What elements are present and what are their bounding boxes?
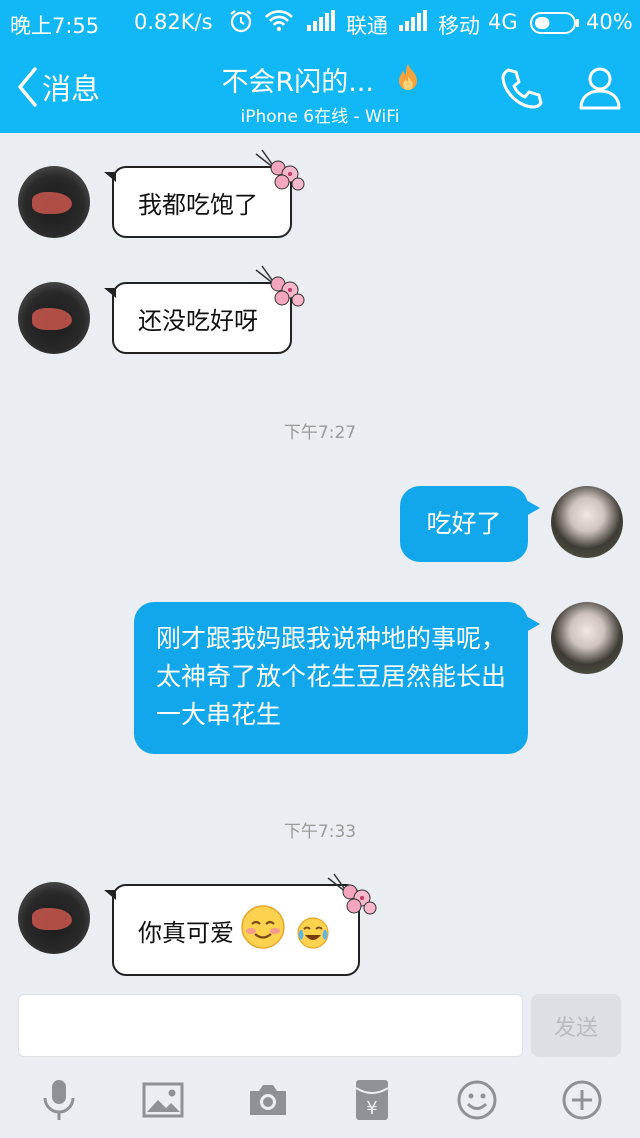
message-bubble-outgoing[interactable]: 吃好了 [400, 486, 540, 562]
message-bubble-incoming[interactable]: 我都吃饱了 [104, 149, 305, 238]
flower-decoration-icon [324, 872, 380, 926]
send-button[interactable]: 发送 [531, 994, 621, 1057]
image-icon [142, 1082, 184, 1118]
status-net-speed: 0.82K/s [134, 10, 213, 34]
contact-avatar[interactable] [18, 166, 90, 238]
input-bar: 发送 ¥ [0, 978, 640, 1138]
status-time: 晚上7:55 [10, 14, 100, 38]
status-carrier-1: 联通 [346, 14, 388, 38]
chat-title-text: 不会R闪的... [221, 67, 374, 98]
user-icon [579, 67, 621, 110]
phone-icon [501, 68, 543, 109]
message-bubble-outgoing[interactable]: 刚才跟我妈跟我说种地的事呢，太神奇了放个花生豆居然能长出一大串花生 [134, 602, 540, 754]
signal-icon [306, 9, 336, 38]
emoji-icon [457, 1080, 497, 1120]
message-text: 吃好了 [426, 509, 502, 538]
battery-icon [530, 12, 580, 39]
message-timestamp: 下午7:33 [283, 822, 357, 842]
camera-icon [250, 1085, 286, 1115]
svg-text:¥: ¥ [366, 1098, 377, 1119]
message-bubble-incoming[interactable]: 还没吃好呀 [104, 265, 305, 354]
flame-icon [397, 62, 419, 99]
my-avatar[interactable] [551, 486, 623, 558]
top-bar: 晚上7:55 0.82K/s 联通 移动 4G 40% 消息 不会R闪的... [0, 0, 640, 133]
message-text: 你真可爱 [138, 918, 234, 947]
contact-avatar[interactable] [18, 282, 90, 354]
flower-decoration-icon [252, 148, 308, 202]
message-text: 刚才跟我妈跟我说种地的事呢，太神奇了放个花生豆居然能长出一大串花生 [156, 624, 507, 729]
my-avatar[interactable] [551, 602, 623, 674]
more-button[interactable] [560, 1078, 604, 1122]
message-text: 我都吃饱了 [138, 190, 258, 219]
message-timestamp: 下午7:27 [283, 423, 357, 443]
alarm-icon [228, 8, 254, 39]
nav-bar: 消息 不会R闪的... iPhone 6在线 - WiFi [0, 46, 640, 133]
plus-icon [562, 1080, 602, 1120]
status-bar: 晚上7:55 0.82K/s 联通 移动 4G 40% [0, 0, 640, 46]
contact-avatar[interactable] [18, 882, 90, 954]
status-battery-percent: 40% [586, 10, 633, 34]
emoji-button[interactable] [455, 1078, 499, 1122]
wifi-icon [264, 8, 294, 39]
profile-button[interactable] [578, 64, 622, 116]
message-input[interactable] [18, 994, 523, 1057]
red-packet-icon: ¥ [355, 1080, 389, 1120]
status-network-type: 4G [488, 10, 518, 34]
message-bubble-incoming[interactable]: 你真可爱 [104, 873, 377, 976]
flower-decoration-icon [252, 264, 308, 318]
red-packet-button[interactable]: ¥ [350, 1078, 394, 1122]
image-button[interactable] [141, 1078, 185, 1122]
message-text: 还没吃好呀 [138, 306, 258, 335]
microphone-icon [43, 1080, 75, 1120]
smile-emoji-icon [240, 904, 286, 956]
signal-icon [398, 9, 428, 38]
camera-button[interactable] [246, 1078, 290, 1122]
voice-button[interactable] [37, 1078, 81, 1122]
status-carrier-2: 移动 [438, 14, 480, 38]
call-button[interactable] [498, 64, 546, 116]
